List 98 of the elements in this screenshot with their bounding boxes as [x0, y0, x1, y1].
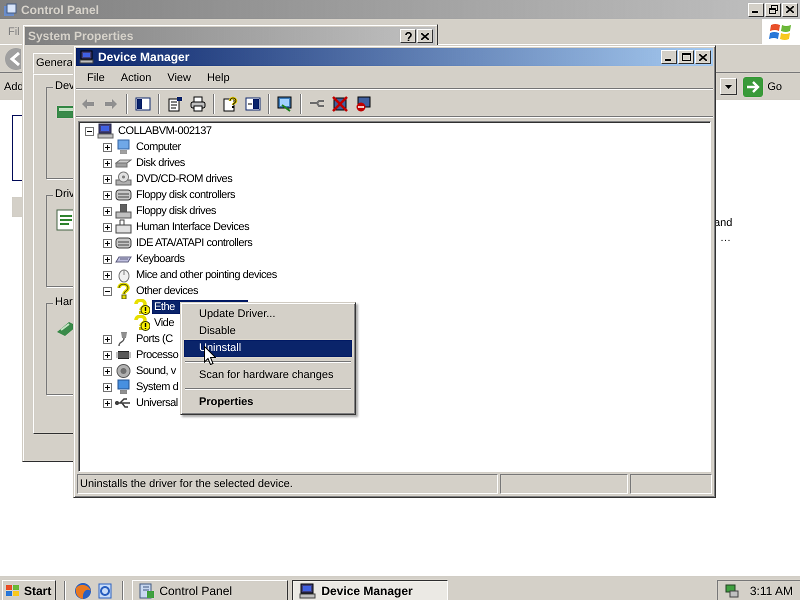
- panel-icon[interactable]: [245, 96, 261, 112]
- close-icon: [699, 54, 707, 60]
- menu-item[interactable]: Update Driver...: [184, 306, 352, 323]
- printer-icon[interactable]: [190, 96, 206, 112]
- expand-icon[interactable]: [103, 366, 112, 376]
- group-label: Har: [53, 296, 75, 308]
- computer-icon: [97, 123, 114, 139]
- tree-item[interactable]: Mice and other pointing devices: [134, 268, 279, 282]
- expand-icon[interactable]: [103, 238, 112, 248]
- expand-icon[interactable]: [103, 190, 112, 200]
- expand-icon[interactable]: [103, 222, 112, 232]
- speaker-icon: [115, 363, 132, 379]
- restore-icon: [768, 5, 778, 14]
- flag-icon: [5, 584, 21, 598]
- question-mark-icon: [115, 283, 132, 299]
- tree-item[interactable]: COLLABVM-002137: [116, 124, 214, 138]
- window-title: Device Manager: [98, 50, 190, 64]
- globe-icon[interactable]: [74, 582, 92, 600]
- menu-item[interactable]: Help: [198, 70, 238, 86]
- menu-item[interactable]: Action: [112, 70, 160, 86]
- menu-item[interactable]: Disable: [184, 323, 352, 340]
- close-icon: [421, 32, 429, 40]
- maximize-button[interactable]: [678, 50, 694, 64]
- warning-icon: [133, 315, 150, 331]
- window-title: System Properties: [28, 29, 134, 43]
- input-device-icon: [115, 219, 132, 235]
- expand-icon[interactable]: [103, 334, 112, 344]
- dropdown-button[interactable]: [720, 78, 738, 95]
- expand-icon[interactable]: [103, 254, 112, 264]
- computer-icon: [79, 50, 94, 64]
- help-icon: [404, 32, 412, 40]
- minimize-button[interactable]: [748, 2, 764, 16]
- close-button[interactable]: [782, 2, 798, 16]
- task-pane: [12, 115, 22, 181]
- tree-item[interactable]: Disk drives: [134, 156, 187, 170]
- page-icon[interactable]: [96, 582, 114, 600]
- close-button[interactable]: [417, 29, 433, 43]
- minimize-button[interactable]: [661, 50, 677, 64]
- tree-item[interactable]: Sound, v: [134, 364, 178, 378]
- restore-button[interactable]: [765, 2, 781, 16]
- menu-item[interactable]: File: [79, 70, 113, 86]
- monitor-icon: [115, 139, 132, 155]
- expand-icon[interactable]: [103, 270, 112, 280]
- tree-item[interactable]: IDE ATA/ATAPI controllers: [134, 236, 254, 250]
- tree-item[interactable]: Floppy disk drives: [134, 204, 218, 218]
- tree-item[interactable]: Floppy disk controllers: [134, 188, 238, 202]
- tree-item[interactable]: Human Interface Devices: [134, 220, 252, 234]
- properties-icon[interactable]: [167, 96, 183, 112]
- clock: 3:11 AM: [750, 584, 793, 598]
- collapse-icon[interactable]: [85, 126, 94, 136]
- tree-item[interactable]: DVD/CD-ROM drives: [134, 172, 234, 186]
- expand-icon[interactable]: [103, 206, 112, 216]
- expand-icon[interactable]: [103, 174, 112, 184]
- body-text: …: [720, 232, 731, 244]
- uninstall-icon[interactable]: [355, 96, 371, 112]
- folder-icon: [3, 2, 17, 16]
- status-text: Uninstalls the driver for the selected device.: [77, 474, 498, 494]
- computer-icon: [299, 582, 318, 598]
- dropdown-arrow-icon: [725, 84, 732, 88]
- tree-item[interactable]: Keyboards: [134, 252, 187, 266]
- tree-item[interactable]: Computer: [134, 140, 183, 154]
- expand-icon[interactable]: [103, 398, 112, 408]
- monitor-scan-icon[interactable]: [277, 96, 293, 112]
- expand-icon[interactable]: [103, 158, 112, 168]
- close-button[interactable]: [695, 50, 711, 64]
- help-icon[interactable]: [222, 96, 238, 112]
- tree-item[interactable]: Universal: [134, 396, 180, 410]
- flag-icon: [769, 22, 793, 42]
- panel-toggle-icon[interactable]: [135, 96, 151, 112]
- menu-item[interactable]: Uninstall: [184, 340, 352, 357]
- expand-icon[interactable]: [103, 350, 112, 360]
- tree-item[interactable]: Processo: [134, 348, 180, 362]
- tree-item[interactable]: System d: [134, 380, 180, 394]
- tree-item[interactable]: Ports (C: [134, 332, 175, 346]
- window-title: Control Panel: [21, 2, 100, 16]
- expand-icon[interactable]: [103, 142, 112, 152]
- disc-drive-icon: [115, 171, 132, 187]
- start-button[interactable]: Start: [2, 580, 56, 600]
- close-icon: [786, 6, 794, 13]
- tree-item[interactable]: Vide: [152, 316, 176, 330]
- menu-item[interactable]: Properties: [184, 394, 352, 411]
- expand-icon[interactable]: [103, 382, 112, 392]
- menu-item[interactable]: View: [159, 70, 199, 86]
- maximize-icon: [682, 53, 690, 61]
- control-panel-icon: [139, 582, 156, 598]
- monitor-icon: [115, 379, 132, 395]
- tree-item[interactable]: Other devices: [134, 284, 200, 298]
- help-button[interactable]: [400, 29, 416, 43]
- floppy-drive-icon: [115, 203, 132, 219]
- controller-icon: [115, 187, 132, 203]
- warning-icon: [133, 299, 150, 315]
- taskbar-button[interactable]: Device Manager: [292, 580, 448, 600]
- disable-icon[interactable]: [332, 96, 348, 112]
- network-icon[interactable]: [724, 582, 740, 598]
- controller-icon: [115, 235, 132, 251]
- menu-item[interactable]: Scan for hardware changes: [184, 367, 352, 384]
- taskbar-button[interactable]: Control Panel: [132, 580, 288, 600]
- collapse-icon[interactable]: [103, 286, 112, 296]
